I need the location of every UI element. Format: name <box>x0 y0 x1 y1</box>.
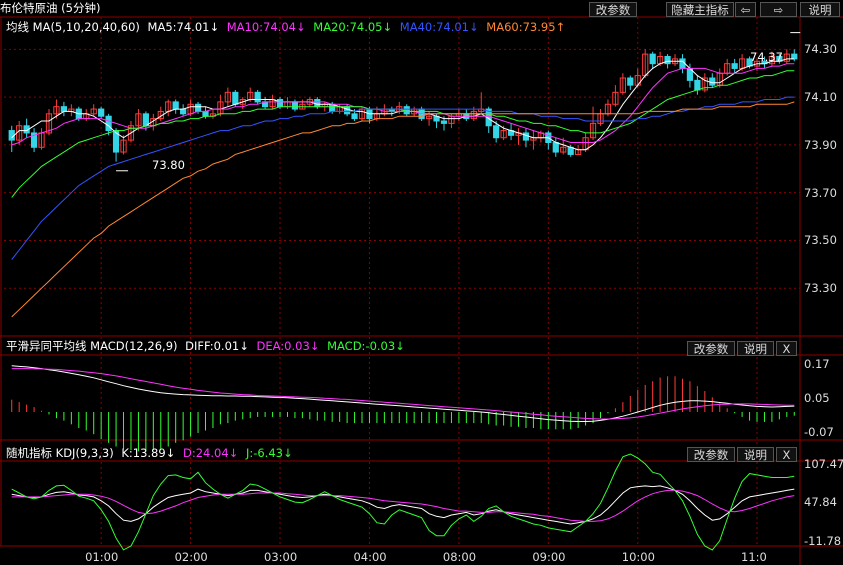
candle-body <box>343 106 351 115</box>
ma-line-ma40 <box>11 96 795 260</box>
hide-indicators-button[interactable]: 隐藏主指标 <box>666 2 734 17</box>
candle-body <box>276 99 284 108</box>
candle-body <box>552 142 559 153</box>
macd-y-tick-label: -0.07 <box>804 424 834 439</box>
macd-value-legend: MACD:-0.03↓ <box>327 339 405 353</box>
y-tick-label: 73.30 <box>804 281 837 296</box>
candle-body <box>649 53 656 65</box>
y-tick-label: 73.50 <box>804 233 837 248</box>
macd-y-tick-label: 0.17 <box>804 357 830 372</box>
candle-body <box>194 103 202 112</box>
ma-legend-name: 均线 MA(5,10,20,40,60) <box>6 20 140 34</box>
macd-change-params-button[interactable]: 改参数 <box>687 341 735 356</box>
x-tick-label: 01:00 <box>85 550 119 564</box>
candle-body <box>314 99 321 108</box>
candle-body <box>709 77 716 86</box>
macd-legend: 平滑异同平均线 MACD(12,26,9) DIFF:0.01↓ DEA:0.0… <box>6 338 409 355</box>
candle-body <box>98 108 105 117</box>
y-tick-label: 73.70 <box>804 185 837 200</box>
low-annotation: 73.80 <box>152 158 185 172</box>
candle-body <box>60 106 68 112</box>
arrow-right-button[interactable]: ⇨ <box>760 2 797 17</box>
kdj-change-params-button[interactable]: 改参数 <box>687 447 735 462</box>
ma5-legend: MA5:74.01↓ <box>147 20 220 34</box>
y-tick-label: 74.10 <box>804 90 837 105</box>
j-legend: J:-6.43↓ <box>245 446 293 460</box>
y-tick-label: 73.90 <box>804 137 837 152</box>
kdj-y-tick-label: 47.84 <box>804 495 837 510</box>
y-tick-label: 74.30 <box>804 42 837 57</box>
macd-line-dea <box>11 368 795 420</box>
ma-line-ma10 <box>11 63 795 146</box>
arrow-left-button[interactable]: ⇦ <box>735 2 756 17</box>
ma20-legend: MA20:74.05↓ <box>313 20 393 34</box>
macd-legend-name: 平滑异同平均线 MACD(12,26,9) <box>6 339 178 353</box>
main-title: 布伦特原油 (5分钟) <box>0 0 104 17</box>
high-annotation: 74.37 <box>750 50 783 64</box>
x-tick-label: 04:00 <box>353 550 387 564</box>
ma10-legend: MA10:74.04↓ <box>226 20 306 34</box>
candle-body <box>232 91 239 105</box>
kdj-close-button[interactable]: X <box>776 447 797 462</box>
k-legend: K:13.89↓ <box>121 446 176 460</box>
kdj-y-tick-label: -11.78 <box>804 533 842 548</box>
candle-body <box>522 132 530 141</box>
kdj-y-tick-label: 107.47 <box>804 456 843 471</box>
instrument-title: 布伦特原油 (5分钟) <box>0 1 101 15</box>
candle-body <box>664 56 671 65</box>
diff-legend: DIFF:0.01↓ <box>185 339 249 353</box>
kdj-help-button[interactable]: 说明 <box>737 447 774 462</box>
x-tick-label: 03:00 <box>264 550 298 564</box>
d-legend: D:24.04↓ <box>182 446 239 460</box>
candle-body <box>142 113 149 127</box>
macd-y-tick-label: 0.05 <box>804 391 830 405</box>
chart-canvas <box>0 16 843 565</box>
candle-body <box>791 53 798 60</box>
x-tick-label: 02:00 <box>174 550 208 564</box>
candle-body <box>202 110 209 117</box>
ma60-legend: MA60:73.95↑ <box>486 20 566 34</box>
kline-chart-window: 布伦特原油 (5分钟) 改参数 隐藏主指标 ⇦ ⇨ 说明 均线 MA(5,10,… <box>0 0 843 565</box>
ma-legend: 均线 MA(5,10,20,40,60) MA5:74.01↓ MA10:74.… <box>6 19 569 36</box>
x-tick-label: 11:0 <box>741 550 767 564</box>
candle-body <box>493 125 500 139</box>
macd-close-button[interactable]: X <box>776 341 797 356</box>
candle-body <box>172 101 179 110</box>
candle-body <box>627 77 634 86</box>
macd-help-button[interactable]: 说明 <box>737 341 774 356</box>
kdj-line-d <box>11 489 795 522</box>
candle-body <box>254 91 261 103</box>
dea-legend: DEA:0.03↓ <box>256 339 320 353</box>
ma-line-ma5 <box>11 58 795 151</box>
candle-body <box>180 108 187 115</box>
candle-body <box>291 101 299 110</box>
change-params-button[interactable]: 改参数 <box>589 2 637 17</box>
kdj-legend: 随机指标 KDJ(9,3,3) K:13.89↓ D:24.04↓ J:-6.4… <box>6 445 297 462</box>
help-button[interactable]: 说明 <box>800 2 840 17</box>
kdj-legend-name: 随机指标 KDJ(9,3,3) <box>6 446 114 460</box>
ma40-legend: MA40:74.01↓ <box>399 20 479 34</box>
macd-line-diff <box>11 365 795 422</box>
candle-body <box>731 63 738 69</box>
x-tick-label: 10:00 <box>621 550 655 564</box>
candle-body <box>351 113 358 120</box>
x-tick-label: 09:00 <box>532 550 566 564</box>
kdj-line-k <box>11 485 795 525</box>
candle-body <box>694 79 701 91</box>
candle-body <box>105 115 112 132</box>
candle-body <box>403 106 410 115</box>
candle-body <box>440 120 448 124</box>
x-tick-label: 08:00 <box>442 550 477 564</box>
